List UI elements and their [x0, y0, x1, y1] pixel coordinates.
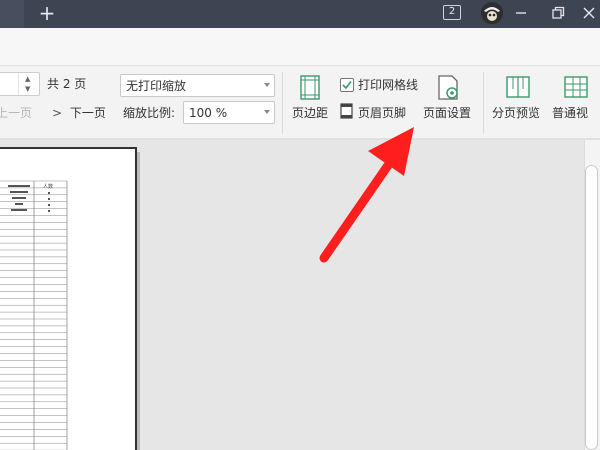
minimize-icon[interactable] — [512, 4, 530, 22]
page-setup-button[interactable]: 页面设置 — [423, 105, 471, 121]
ribbon-separator — [282, 72, 283, 134]
header-footer-button[interactable]: 页眉页脚 — [358, 105, 406, 121]
document-tab[interactable] — [0, 0, 24, 28]
close-icon[interactable] — [580, 4, 598, 22]
normal-view-label: 普通视 — [552, 106, 589, 120]
ribbon-bottom-border — [0, 138, 600, 140]
window-count-badge[interactable]: 2 — [443, 5, 461, 20]
print-scaling-value: 无打印缩放 — [126, 79, 187, 93]
new-tab-button[interactable]: + — [38, 2, 56, 24]
ribbon-separator — [483, 72, 484, 134]
page-break-preview-button[interactable]: 分页预览 — [492, 105, 540, 121]
next-page-label: 下一页 — [69, 106, 106, 120]
page-break-preview-icon[interactable] — [505, 74, 531, 102]
zoom-ratio-value: 100 % — [189, 106, 228, 120]
header-footer-icon[interactable] — [340, 103, 353, 119]
page-number-input[interactable]: ▲ ▼ — [0, 72, 40, 96]
normal-view-button[interactable]: 普通视 — [552, 105, 600, 121]
next-page-button[interactable]: > 下一页 — [52, 105, 106, 121]
chevron-down-icon — [264, 83, 270, 87]
prev-page-label: 上一页 — [0, 106, 33, 120]
page-shadow — [137, 152, 140, 450]
scrollbar-thumb[interactable] — [585, 165, 598, 450]
header-footer-label: 页眉页脚 — [358, 106, 407, 120]
print-scaling-select[interactable]: 无打印缩放 — [120, 74, 275, 97]
avatar[interactable] — [481, 2, 503, 24]
spreadsheet-grid: 人数 — [0, 180, 68, 450]
zoom-ratio-select[interactable]: 100 % — [183, 101, 275, 124]
restore-icon[interactable] — [549, 4, 567, 22]
checkmark-icon — [342, 80, 352, 90]
page-setup-icon[interactable] — [435, 74, 461, 102]
header-cell-count: 人数 — [43, 183, 53, 190]
spin-up-icon[interactable]: ▲ — [25, 75, 30, 83]
margins-icon[interactable] — [297, 74, 323, 102]
print-preview-page: 人数 — [0, 147, 137, 450]
normal-view-icon[interactable] — [563, 74, 589, 102]
margins-button[interactable]: 页边距 — [292, 105, 328, 121]
chevron-right-icon: > — [52, 106, 63, 120]
page-spinner[interactable]: ▲ ▼ — [18, 73, 38, 95]
ribbon-tab-strip — [0, 28, 600, 66]
zoom-ratio-label: 缩放比例: — [123, 106, 176, 120]
page-break-preview-label: 分页预览 — [492, 106, 541, 120]
total-pages-label: 共 2 页 — [47, 77, 87, 91]
print-gridlines-label[interactable]: 打印网格线 — [358, 77, 418, 93]
print-gridlines-checkbox[interactable] — [340, 78, 354, 92]
spin-down-icon[interactable]: ▼ — [25, 85, 30, 93]
print-preview-ribbon: ▲ ▼ 共 2 页 上一页 > 下一页 无打印缩放 缩放比例: 100 % 页边… — [0, 28, 600, 140]
margins-label: 页边距 — [292, 106, 329, 120]
prev-page-button[interactable]: 上一页 — [0, 105, 40, 121]
title-bar: + 2 — [0, 0, 600, 28]
chevron-down-icon — [264, 110, 270, 114]
page-setup-label: 页面设置 — [423, 106, 472, 120]
